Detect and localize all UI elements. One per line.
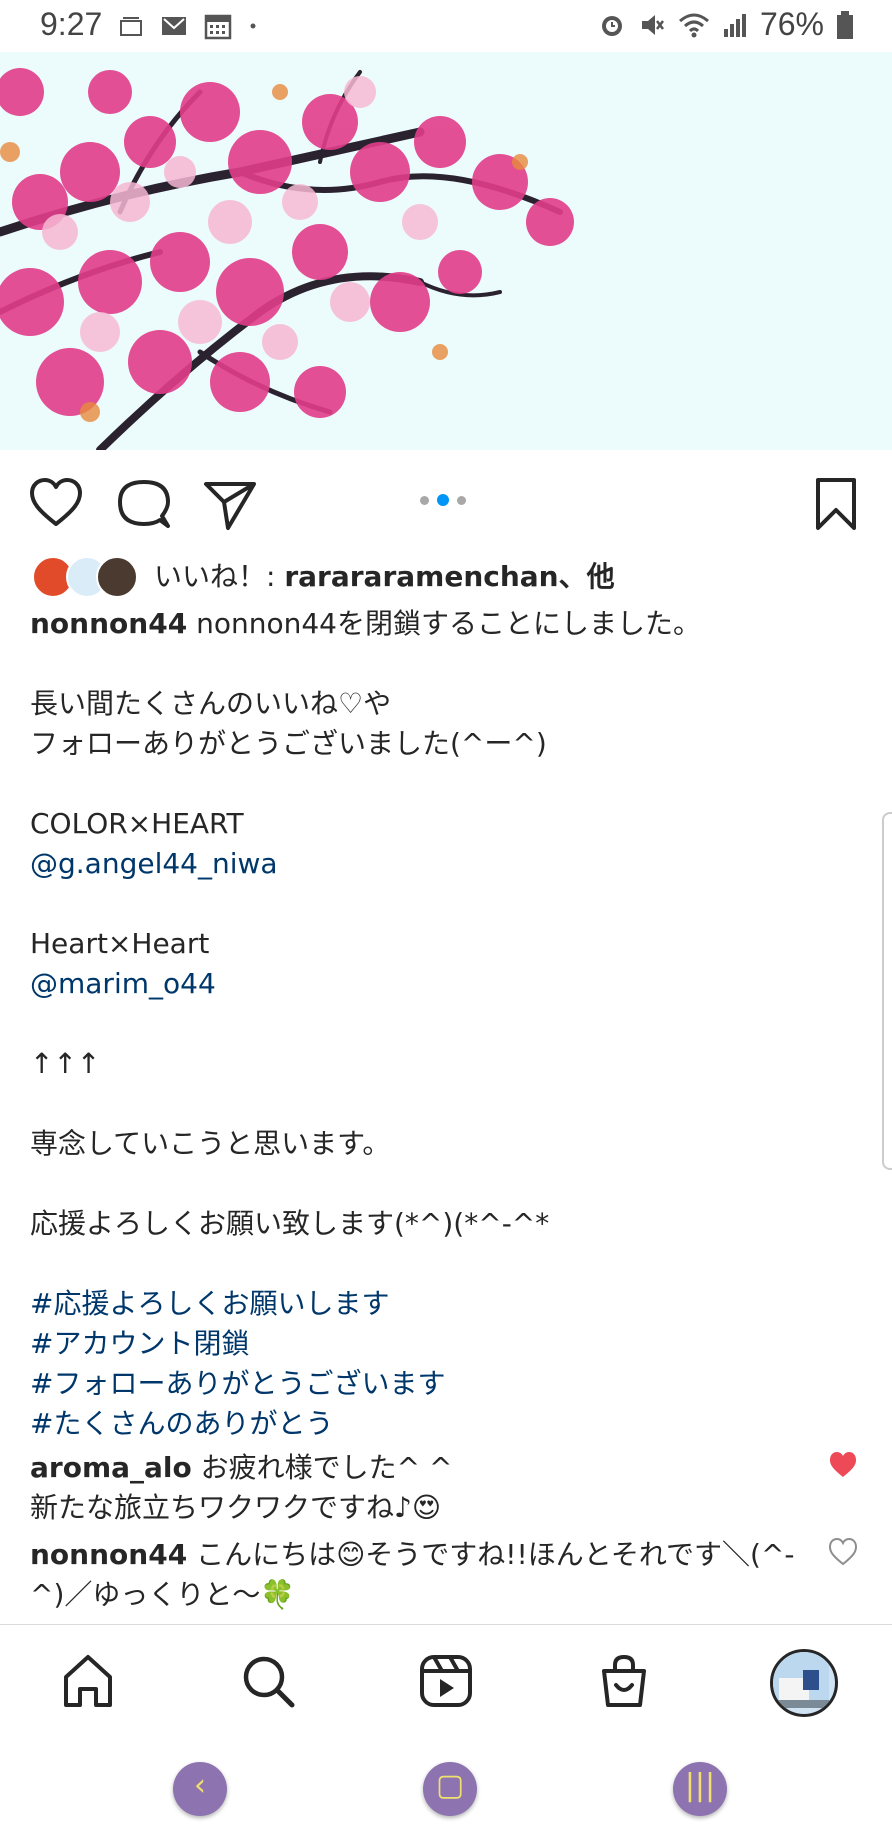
comment-heart-icon[interactable] bbox=[828, 1537, 858, 1567]
signal-icon bbox=[723, 13, 746, 37]
carousel-indicator bbox=[420, 494, 466, 506]
post-image[interactable] bbox=[0, 52, 892, 450]
comment-username[interactable]: nonnon44 bbox=[30, 1538, 187, 1571]
battery-percent: 76% bbox=[759, 6, 824, 42]
post-caption: nonnon44 nonnon44を閉鎖することにしました。 長い間たくさんのい… bbox=[30, 604, 860, 1444]
recents-button[interactable]: ||| bbox=[673, 1762, 727, 1816]
back-button[interactable]: ‹ bbox=[173, 1762, 227, 1816]
profile-avatar[interactable] bbox=[770, 1649, 838, 1717]
home-icon[interactable] bbox=[58, 1651, 118, 1711]
carousel-dot bbox=[457, 495, 466, 505]
caption-line bbox=[30, 644, 860, 684]
mail-icon bbox=[162, 17, 186, 35]
shop-icon[interactable] bbox=[594, 1651, 654, 1711]
caption-line: nonnon44を閉鎖することにしました。 bbox=[187, 607, 701, 640]
caption-line: Heart×Heart bbox=[30, 927, 210, 960]
status-bar: 9:27 76% bbox=[0, 0, 892, 52]
comment-text: お疲れ様でした^ ^ bbox=[191, 1451, 453, 1484]
caption-line bbox=[30, 1004, 860, 1044]
mute-icon bbox=[641, 14, 664, 35]
alarm-icon bbox=[601, 15, 622, 36]
bottom-navigation bbox=[0, 1624, 892, 1741]
caption-line bbox=[30, 1164, 860, 1204]
recents-icon: ||| bbox=[684, 1768, 716, 1803]
system-navigation: ‹ ▢ ||| bbox=[0, 1740, 892, 1834]
wifi-icon bbox=[678, 13, 709, 37]
caption-line: ↑↑↑ bbox=[30, 1047, 101, 1080]
caption-line: COLOR×HEART bbox=[30, 807, 244, 840]
caption-line: フォローありがとうございました(^ー^) bbox=[30, 727, 547, 760]
comment-username[interactable]: aroma_alo bbox=[30, 1451, 192, 1484]
liker-username[interactable]: rarararamenchan bbox=[284, 560, 558, 593]
likes-text: いいね！: rarararamenchan、他 bbox=[154, 555, 615, 595]
cherry-blossom-illustration bbox=[0, 52, 892, 450]
caption-line bbox=[30, 1244, 860, 1284]
back-icon: ‹ bbox=[194, 1768, 206, 1803]
hashtag-link[interactable]: #フォローありがとうございます bbox=[30, 1364, 860, 1404]
search-icon[interactable] bbox=[238, 1651, 298, 1711]
home-system-button[interactable]: ▢ bbox=[423, 1762, 477, 1816]
calendar-icon bbox=[204, 14, 232, 40]
system-icons: 76% bbox=[598, 6, 854, 43]
mention-link[interactable]: @marim_o44 bbox=[30, 964, 860, 1004]
notification-icons bbox=[118, 12, 258, 40]
caption-line bbox=[30, 764, 860, 804]
status-time: 9:27 bbox=[40, 6, 103, 42]
dot-icon bbox=[250, 23, 256, 29]
comment-text: ^)／ゆっくりと〜🍀 bbox=[30, 1578, 296, 1611]
bookmark-icon[interactable] bbox=[808, 476, 864, 532]
caption-line bbox=[30, 1084, 860, 1124]
likes-summary[interactable]: いいね！: rarararamenchan、他 bbox=[32, 554, 615, 598]
caption-username[interactable]: nonnon44 bbox=[30, 607, 187, 640]
comment-bubble-icon[interactable] bbox=[116, 476, 172, 532]
like-heart-icon[interactable] bbox=[28, 476, 84, 532]
hashtag-link[interactable]: #応援よろしくお願いします bbox=[30, 1284, 860, 1324]
scroll-indicator[interactable] bbox=[882, 812, 892, 1170]
comment-text: 新たな旅立ちワクワクですね♪😍 bbox=[30, 1491, 442, 1524]
hashtag-link[interactable]: #たくさんのありがとう bbox=[30, 1404, 860, 1444]
comment-item[interactable]: aroma_alo お疲れ様でした^ ^ 新たな旅立ちワクワクですね♪😍 bbox=[30, 1448, 810, 1528]
share-send-icon[interactable] bbox=[202, 476, 258, 532]
likes-suffix: 、他 bbox=[558, 560, 615, 593]
caption-line bbox=[30, 884, 860, 924]
comment-liked-heart-icon[interactable] bbox=[828, 1450, 858, 1480]
carousel-dot-active bbox=[437, 494, 449, 506]
carousel-dot bbox=[420, 495, 429, 505]
reels-icon[interactable] bbox=[416, 1651, 476, 1711]
mention-link[interactable]: @g.angel44_niwa bbox=[30, 844, 860, 884]
hashtag-link[interactable]: #アカウント閉鎖 bbox=[30, 1324, 860, 1364]
liker-avatars bbox=[32, 554, 142, 598]
liker-avatar bbox=[96, 556, 138, 598]
comment-item[interactable]: nonnon44 こんにちは😊そうですね!!ほんとそれです＼(^- ^)／ゆっく… bbox=[30, 1535, 810, 1615]
battery-icon bbox=[837, 10, 853, 39]
likes-prefix: いいね！: bbox=[154, 560, 285, 593]
home-square-icon: ▢ bbox=[435, 1768, 465, 1803]
profile-picture-icon bbox=[773, 1652, 829, 1708]
caption-line: 長い間たくさんのいいね♡や bbox=[30, 687, 392, 720]
comment-text: こんにちは😊そうですね!!ほんとそれです＼(^- bbox=[187, 1538, 795, 1571]
amazon-icon bbox=[120, 17, 142, 36]
caption-line: 専念していこうと思います。 bbox=[30, 1127, 391, 1160]
caption-line: 応援よろしくお願い致します(*^)(*^-^* bbox=[30, 1207, 550, 1240]
